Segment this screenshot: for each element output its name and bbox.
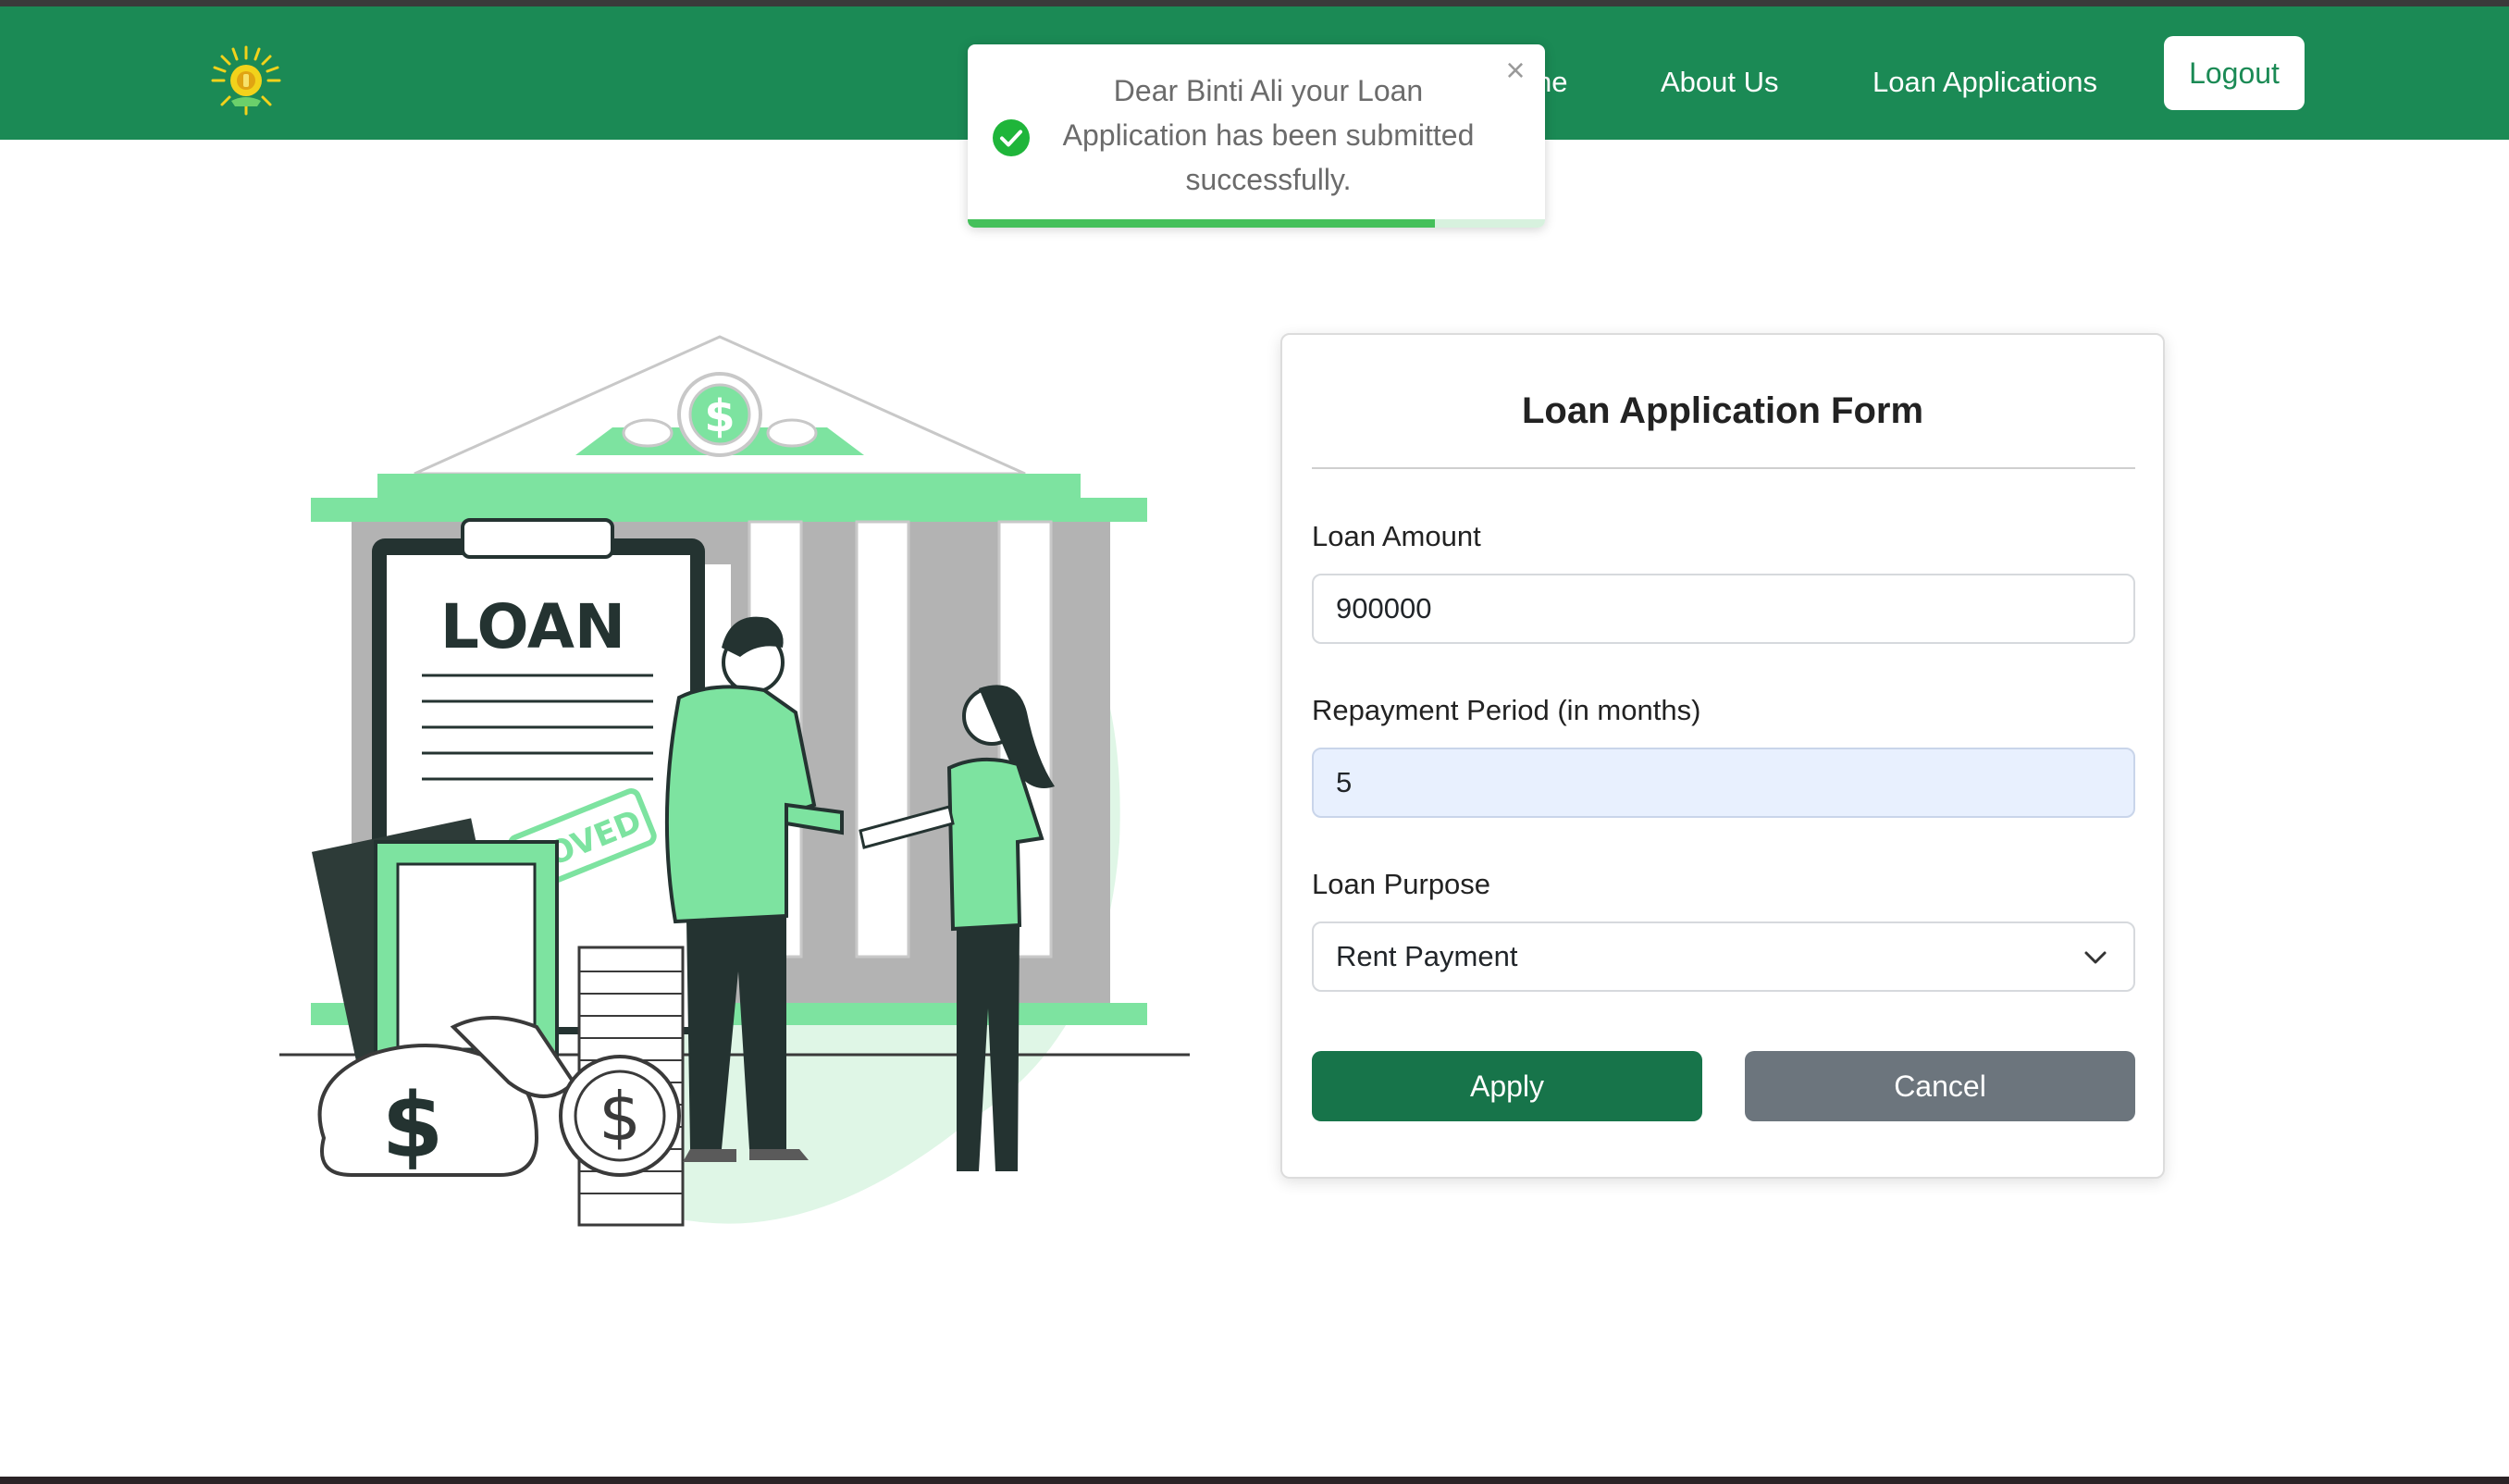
window-bottom-edge (0, 1477, 2509, 1484)
loan-sign-text: LOAN (440, 591, 625, 662)
loan-purpose-value: Rent Payment (1336, 940, 1518, 972)
loan-amount-label: Loan Amount (1312, 520, 1481, 552)
check-circle-icon (993, 119, 1030, 156)
loan-amount-input[interactable]: 900000 (1312, 574, 2135, 644)
window-top-edge (0, 0, 2509, 6)
toast-progress-bar (968, 219, 1436, 228)
cancel-button[interactable]: Cancel (1745, 1051, 2135, 1121)
loan-handshake-illustration: $ LOAN ROVED $ $ (279, 335, 1190, 1227)
success-toast: Dear Binti Ali your Loan Application has… (968, 44, 1545, 228)
nav-link-about-us[interactable]: About Us (1661, 55, 1779, 110)
repayment-period-input[interactable]: 5 (1312, 748, 2135, 818)
logout-button[interactable]: Logout (2164, 36, 2305, 110)
repayment-period-label: Repayment Period (in months) (1312, 694, 1701, 726)
loan-application-form: Loan Application Form Loan Amount 900000… (1280, 333, 2165, 1179)
title-divider (1312, 467, 2135, 469)
loan-purpose-select[interactable]: Rent Payment (1312, 921, 2135, 992)
toast-progress-track (968, 219, 1545, 228)
svg-text:$: $ (704, 390, 735, 442)
sun-coin-logo-icon[interactable] (209, 43, 283, 117)
close-icon[interactable]: × (1501, 54, 1530, 87)
nav-link-loan-applications[interactable]: Loan Applications (1872, 55, 2097, 110)
chevron-down-icon (2084, 951, 2107, 964)
loan-purpose-label: Loan Purpose (1312, 868, 1491, 900)
form-title: Loan Application Form (1521, 390, 1924, 431)
toast-message: Dear Binti Ali your Loan Application has… (1062, 74, 1475, 196)
apply-button[interactable]: Apply (1312, 1051, 1702, 1121)
bag-dollar-text: $ (382, 1074, 444, 1178)
coin-dollar-text: $ (599, 1078, 641, 1156)
